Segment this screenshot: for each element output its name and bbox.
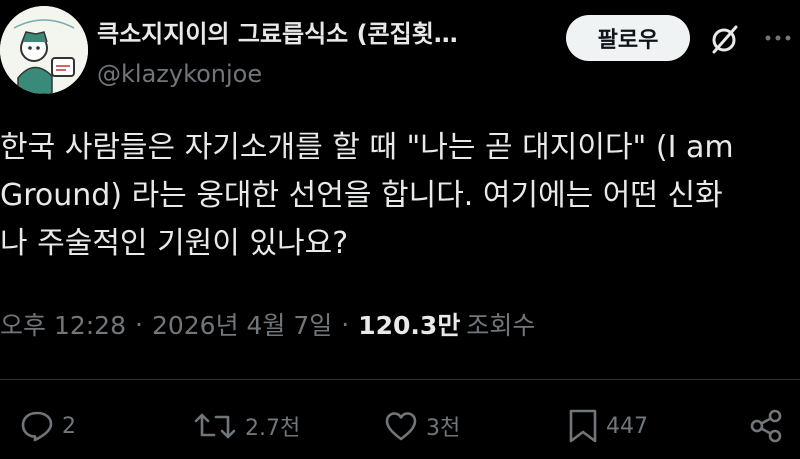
bookmark-button[interactable]: 447 [568,404,648,448]
tweet-time[interactable]: 오후 12:28 [0,306,126,342]
tweet-text: 한국 사람들은 자기소개를 할 때 "나는 곧 대지이다" (I am Grou… [0,130,734,261]
retweet-icon [194,413,236,439]
author-handle[interactable]: @klazykonjoe [97,60,262,88]
share-button[interactable] [748,404,784,448]
retweet-button[interactable]: 2.7천 [193,404,300,448]
reply-count: 2 [62,413,76,439]
like-count: 3천 [426,416,461,441]
tweet-meta: 오후 12:28 · 2026년 4월 7일 · 120.3만 조회수 [0,306,535,342]
meta-separator: · [341,309,350,339]
bookmark-count: 447 [606,413,648,439]
tweet-date[interactable]: 2026년 4월 7일 [152,306,332,342]
more-dots-icon[interactable] [764,26,792,50]
heart-icon [385,412,417,441]
slashed-circle-icon[interactable] [708,22,742,56]
author-display-name[interactable]: 큭소지지이의 그료릅식소 (콘집횟… [97,14,458,49]
like-button[interactable]: 3천 [384,404,460,448]
reply-button[interactable]: 2 [20,404,76,448]
views-label: 조회수 [466,311,536,340]
divider [0,379,800,380]
share-icon [750,409,782,443]
avatar-illustration-icon [0,6,88,94]
bookmark-icon [569,409,597,443]
retweet-count: 2.7천 [245,416,301,441]
follow-button[interactable]: 팔로우 [566,15,690,61]
avatar[interactable] [0,6,88,94]
views-count: 120.3만 [358,311,461,340]
meta-separator: · [135,309,143,339]
reply-icon [21,411,53,442]
